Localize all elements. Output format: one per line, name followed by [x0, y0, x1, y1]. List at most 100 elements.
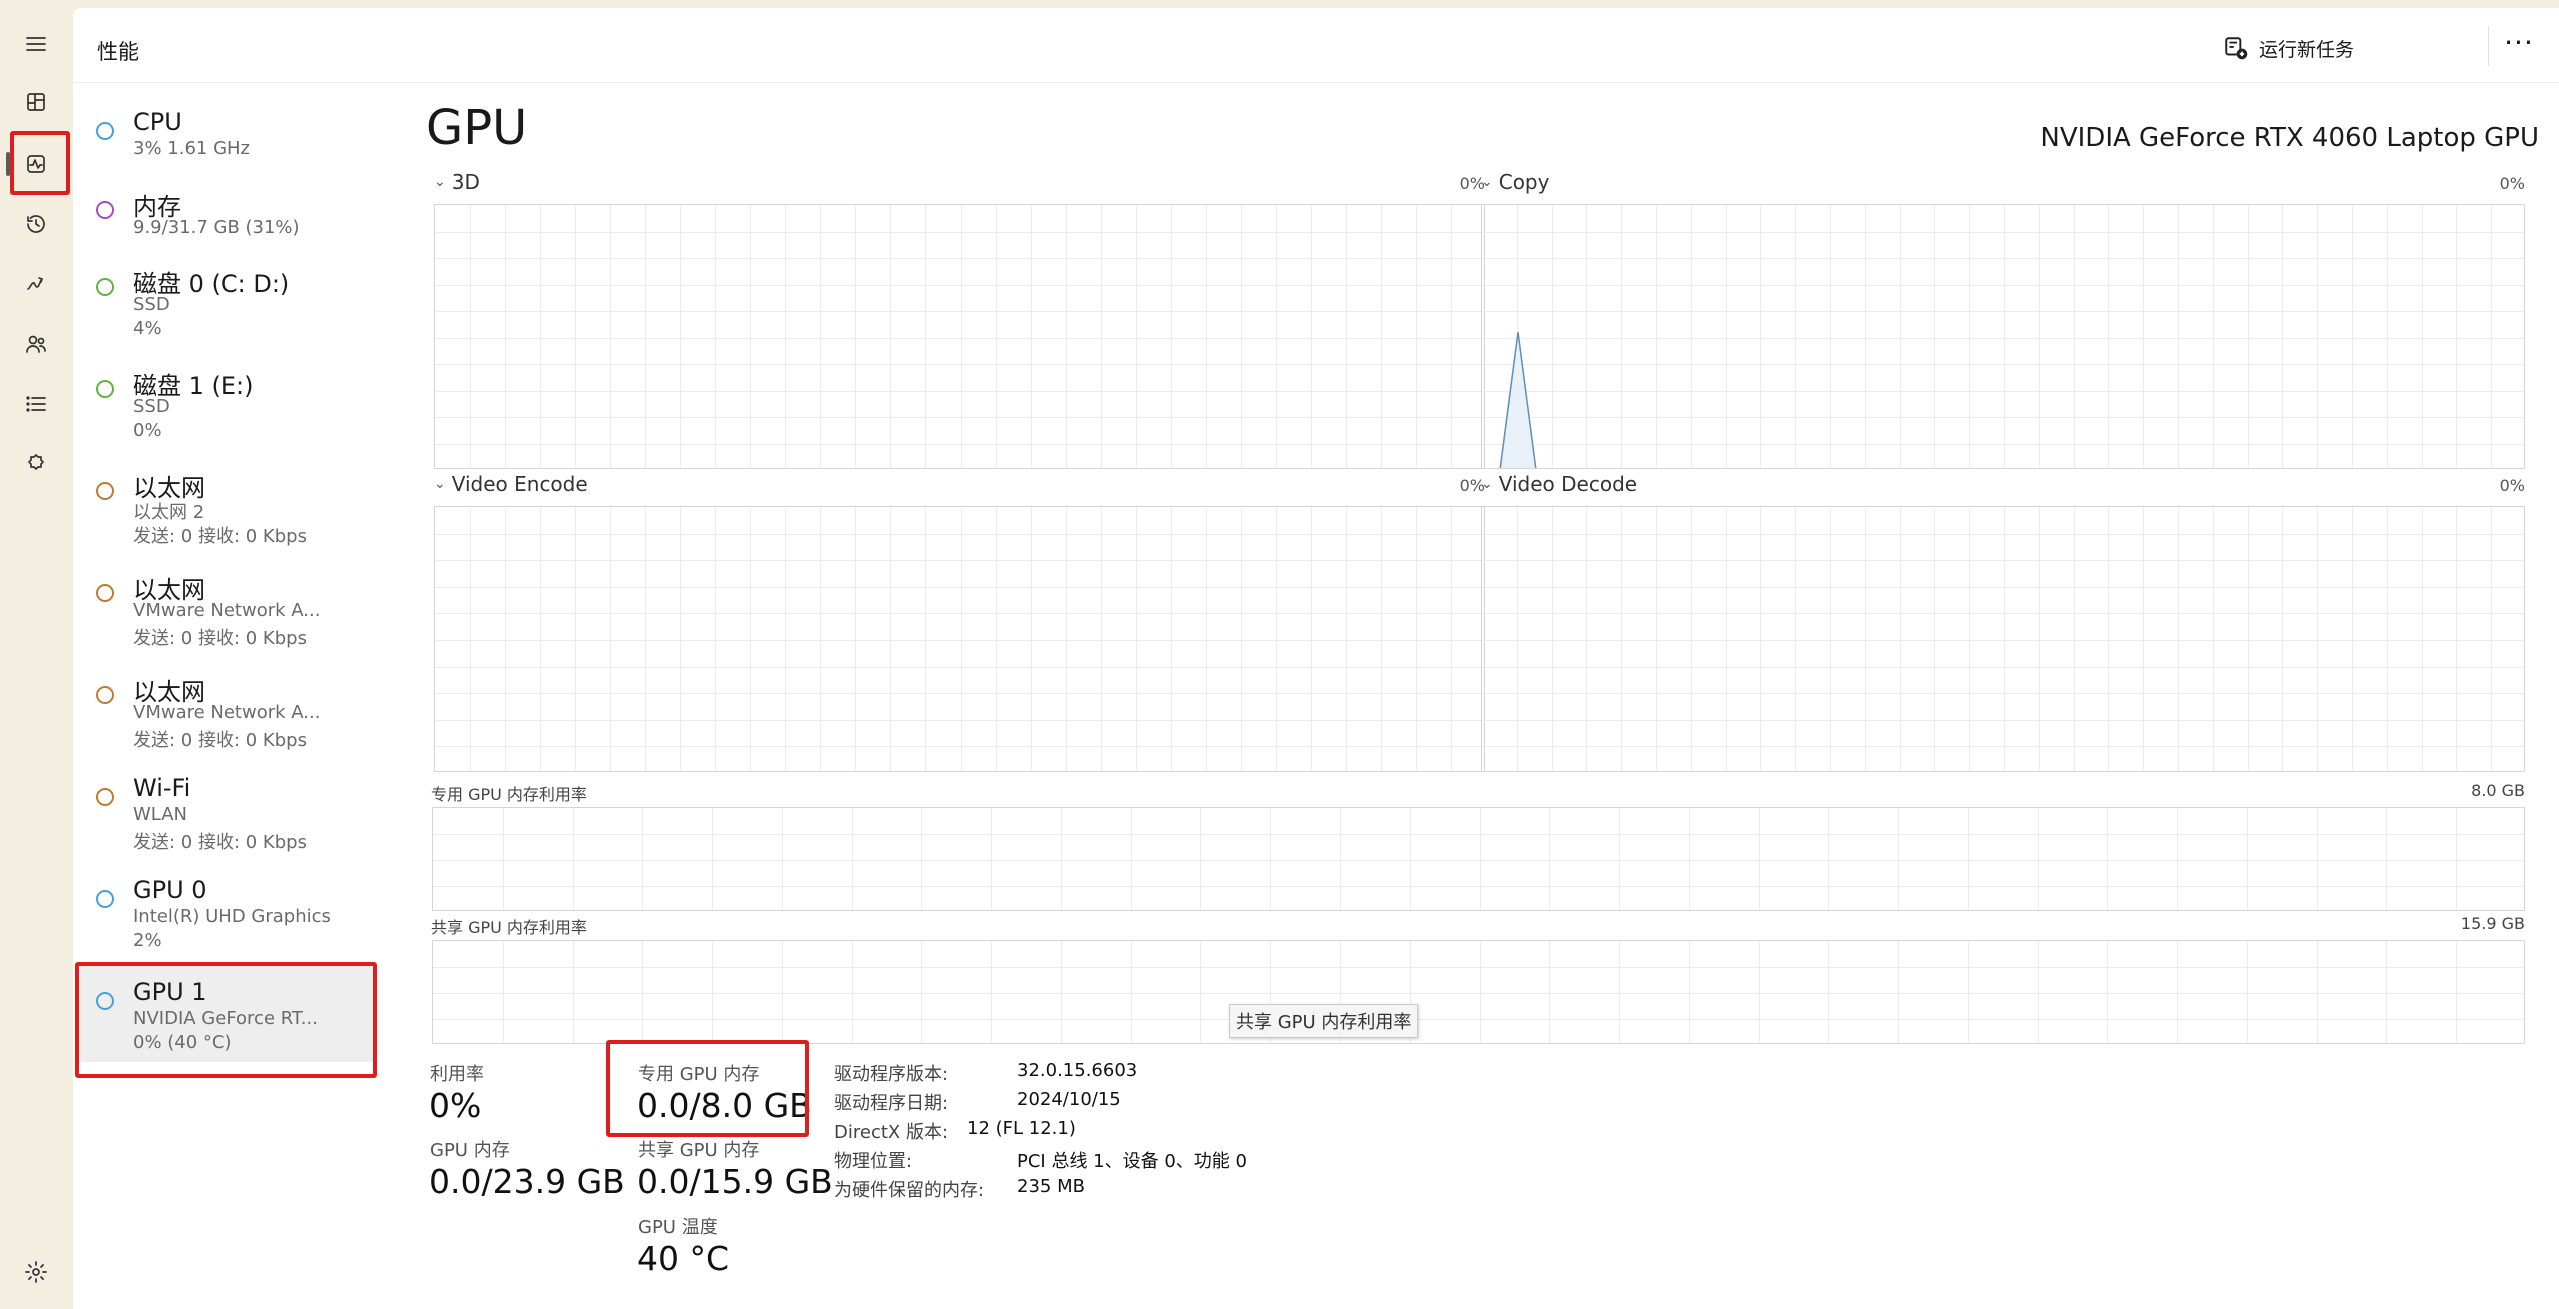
chevron-down-icon: ⌄ — [1481, 174, 1493, 190]
device-detail: VMware Network A... — [133, 702, 321, 723]
shared-memory-graph-label: 共享 GPU 内存利用率 — [431, 918, 587, 937]
engine-video-decode-graph — [1481, 506, 2525, 772]
device-detail: 以太网 2 — [133, 502, 205, 523]
device-status-circle-icon — [96, 584, 114, 602]
device-detail-secondary: 发送: 0 接收: 0 Kbps — [133, 628, 307, 649]
device-status-circle-icon — [96, 992, 114, 1010]
device-item[interactable]: Wi-Fi WLAN 发送: 0 接收: 0 Kbps — [77, 762, 377, 858]
engine-video-decode-label: Video Decode — [1498, 472, 1638, 496]
services-icon[interactable] — [16, 444, 56, 484]
chevron-down-icon: ⌄ — [1481, 476, 1493, 492]
engine-video-decode-percent: 0% — [2499, 476, 2525, 495]
engine-video-encode-label: Video Encode — [451, 472, 588, 496]
task-manager-window: 性能 运行新任务 ··· CPU 3% 1.61 GHz 内存 9.9/31.7 GB… — [73, 8, 2559, 1309]
engine-copy-percent: 0% — [2499, 174, 2525, 193]
device-detail: NVIDIA GeForce RT... — [133, 1008, 318, 1029]
device-detail-secondary: 0% — [133, 420, 162, 441]
hamburger-menu-icon[interactable] — [16, 24, 56, 64]
physical-location-value: PCI 总线 1、设备 0、功能 0 — [1017, 1151, 1247, 1172]
device-detail-secondary: 发送: 0 接收: 0 Kbps — [133, 832, 307, 853]
device-name: GPU 0 — [133, 876, 207, 904]
engine-video-encode-percent: 0% — [1459, 476, 1485, 495]
device-name: Wi-Fi — [133, 774, 191, 802]
engine-video-encode-selector[interactable]: ⌄ Video Encode — [434, 472, 588, 496]
device-status-circle-icon — [96, 380, 114, 398]
startup-apps-icon[interactable] — [16, 264, 56, 304]
run-new-task-label: 运行新任务 — [2258, 38, 2354, 61]
device-detail: SSD — [133, 294, 170, 315]
details-icon[interactable] — [16, 384, 56, 424]
dedicated-memory-value: 0.0/8.0 GB — [637, 1086, 812, 1125]
device-item[interactable]: 以太网 以太网 2 发送: 0 接收: 0 Kbps — [77, 456, 377, 552]
run-new-task-button[interactable]: 运行新任务 — [2223, 30, 2354, 66]
navigation-rail — [0, 0, 72, 1309]
device-status-circle-icon — [96, 201, 114, 219]
dedicated-memory-graph — [432, 807, 2525, 911]
engine-copy-selector[interactable]: ⌄ Copy — [1481, 170, 1549, 194]
title-separator — [2488, 26, 2489, 66]
driver-version-value: 32.0.15.6603 — [1017, 1060, 1138, 1081]
device-detail: 3% 1.61 GHz — [133, 138, 251, 159]
shared-memory-capacity: 15.9 GB — [2460, 914, 2525, 933]
device-item[interactable]: GPU 1 NVIDIA GeForce RT... 0% (40 °C) — [77, 966, 377, 1062]
engine-video-encode-graph — [434, 506, 1485, 772]
driver-date-value: 2024/10/15 — [1017, 1089, 1121, 1110]
gpu-memory-value: 0.0/23.9 GB — [429, 1162, 625, 1201]
gpu-model-name: NVIDIA GeForce RTX 4060 Laptop GPU — [2040, 123, 2539, 153]
device-name: GPU 1 — [133, 978, 207, 1006]
dedicated-memory-graph-label: 专用 GPU 内存利用率 — [431, 785, 587, 804]
device-item[interactable]: 以太网 VMware Network A... 发送: 0 接收: 0 Kbps — [77, 558, 377, 654]
device-detail-secondary: 2% — [133, 930, 162, 951]
shared-memory-label: 共享 GPU 内存 — [638, 1140, 760, 1161]
engine-3d-percent: 0% — [1459, 174, 1485, 193]
app-history-icon[interactable] — [16, 204, 56, 244]
processes-icon[interactable] — [16, 82, 56, 122]
settings-icon[interactable] — [16, 1252, 56, 1292]
device-detail: SSD — [133, 396, 170, 417]
hardware-reserved-memory-value: 235 MB — [1017, 1176, 1085, 1197]
engine-3d-selector[interactable]: ⌄ 3D — [434, 170, 480, 194]
device-detail-secondary: 发送: 0 接收: 0 Kbps — [133, 526, 307, 547]
engine-video-decode-selector[interactable]: ⌄ Video Decode — [1481, 472, 1637, 496]
directx-version-value: 12 (FL 12.1) — [967, 1118, 1076, 1139]
page-title: 性能 — [97, 40, 139, 64]
performance-icon[interactable] — [16, 144, 56, 184]
device-item[interactable]: CPU 3% 1.61 GHz — [77, 96, 377, 168]
shared-memory-tooltip: 共享 GPU 内存利用率 — [1229, 1004, 1419, 1038]
dedicated-memory-capacity: 8.0 GB — [2471, 781, 2525, 800]
device-detail: Intel(R) UHD Graphics — [133, 906, 331, 927]
more-options-button[interactable]: ··· — [2501, 29, 2537, 62]
chevron-down-icon: ⌄ — [434, 476, 446, 492]
title-bar: 性能 运行新任务 ··· — [73, 8, 2559, 83]
chevron-down-icon: ⌄ — [434, 174, 446, 190]
utilization-value: 0% — [429, 1086, 482, 1125]
device-status-circle-icon — [96, 788, 114, 806]
device-status-circle-icon — [96, 890, 114, 908]
run-new-task-icon — [2225, 37, 2248, 60]
gpu-temperature-label: GPU 温度 — [638, 1217, 718, 1238]
shared-memory-value: 0.0/15.9 GB — [637, 1162, 833, 1201]
device-detail: 9.9/31.7 GB (31%) — [133, 217, 300, 238]
device-item[interactable]: 内存 9.9/31.7 GB (31%) — [77, 175, 377, 247]
active-indicator — [6, 152, 10, 176]
device-detail-secondary: 发送: 0 接收: 0 Kbps — [133, 730, 307, 751]
device-status-circle-icon — [96, 482, 114, 500]
copy-usage-area — [1500, 332, 1536, 468]
device-item[interactable]: 磁盘 1 (E:) SSD 0% — [77, 354, 377, 450]
engine-copy-label: Copy — [1498, 170, 1550, 194]
dedicated-memory-label: 专用 GPU 内存 — [638, 1064, 760, 1085]
engine-3d-graph — [434, 204, 1485, 469]
utilization-label: 利用率 — [430, 1064, 484, 1085]
shared-memory-graph — [432, 940, 2525, 1044]
device-detail-secondary: 0% (40 °C) — [133, 1032, 232, 1053]
users-icon[interactable] — [16, 324, 56, 364]
device-item[interactable]: GPU 0 Intel(R) UHD Graphics 2% — [77, 864, 377, 960]
device-item[interactable]: 以太网 VMware Network A... 发送: 0 接收: 0 Kbps — [77, 660, 377, 756]
driver-version-key: 驱动程序版本: — [834, 1064, 949, 1085]
gpu-heading: GPU — [426, 100, 528, 156]
device-item[interactable]: 磁盘 0 (C: D:) SSD 4% — [77, 252, 377, 348]
driver-date-key: 驱动程序日期: — [834, 1093, 949, 1114]
device-status-circle-icon — [96, 686, 114, 704]
device-status-circle-icon — [96, 278, 114, 296]
gpu-temperature-value: 40 °C — [637, 1239, 730, 1278]
